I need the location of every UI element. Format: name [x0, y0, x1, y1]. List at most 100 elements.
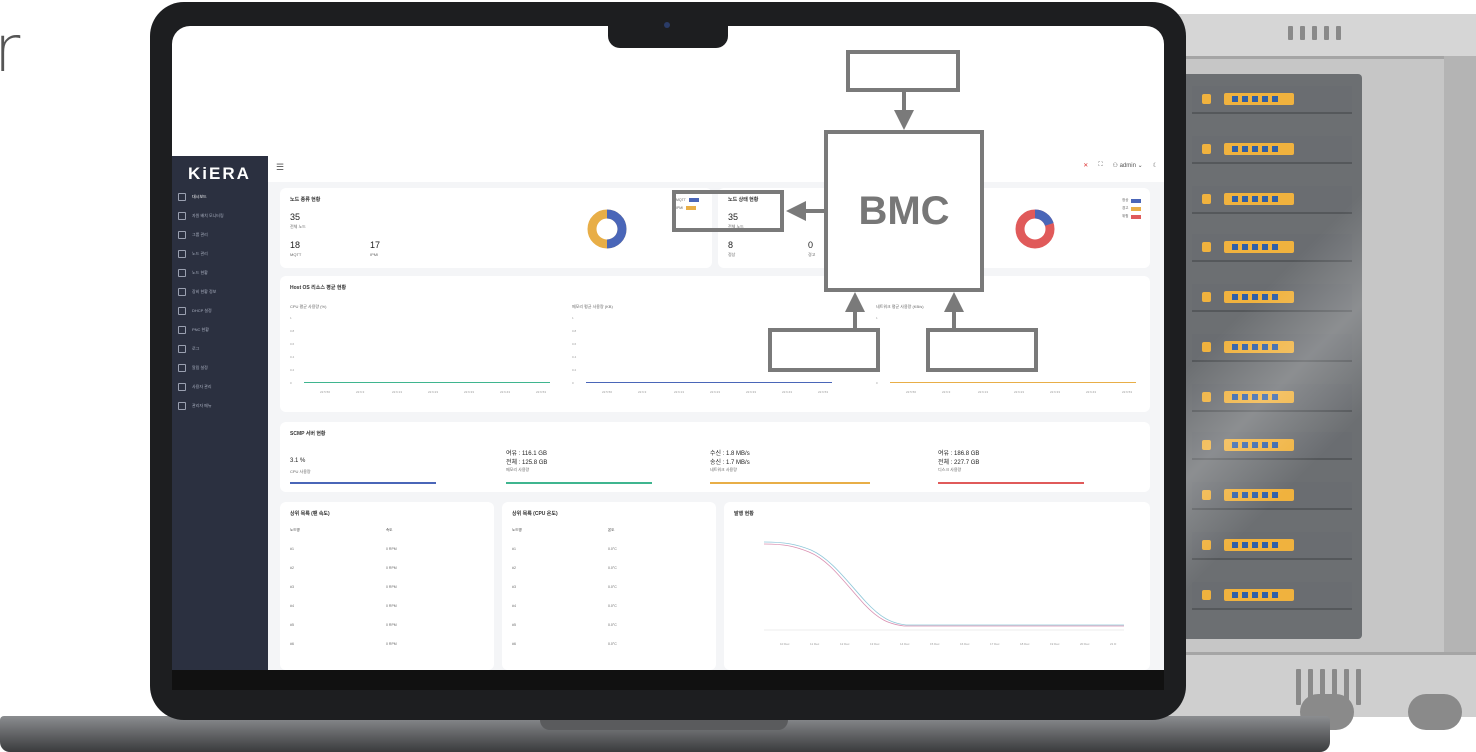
- document-icon: [178, 326, 186, 334]
- laptop-bottom-bezel: [172, 670, 1164, 690]
- x-tick-label: 22:6:3: [638, 390, 647, 394]
- x-tick-label: 22:6:43: [1086, 390, 1097, 394]
- critical-count: 27: [888, 240, 899, 250]
- laptop-screen: KiERA 대시보드 자원 배치 모니터링 그룹 관리 노드 관리 노드 현황 …: [172, 26, 1164, 670]
- disk-usage-bar: [938, 482, 1084, 484]
- cropped-title-glyph: r: [0, 13, 21, 87]
- node-state-card: 노드 상태 현황 35 전체 노드 8 정상 0 경고 27 위험 정상 경고 …: [718, 188, 1150, 268]
- menu-icon[interactable]: ☰: [276, 162, 284, 173]
- x-tick-label: 22:5:56: [602, 390, 613, 394]
- theme-icon[interactable]: ☾: [1153, 162, 1158, 169]
- table-cell: #4: [512, 604, 516, 608]
- y-tick-label: 0.2: [290, 368, 295, 372]
- main-content: ☰ ✕ ⛶ ⚇ admin ⌄ ☾ 노드 종류 현황 35 전체 노드 18 M…: [268, 156, 1164, 670]
- table-cell: 0.0°C: [608, 623, 617, 627]
- resource-mini-chart: 1 0.8 0.6 0.4 0.2 0 22:5:56 22:6:3 22:6:13 22:6:2…: [876, 316, 1138, 402]
- sidebar-item-admin[interactable]: 관리자 메뉴: [178, 401, 212, 411]
- table-row[interactable]: #5 0.0°C: [512, 623, 688, 627]
- mqtt-count: 18: [290, 240, 301, 250]
- laptop-lid: KiERA 대시보드 자원 배치 모니터링 그룹 관리 노드 관리 노드 현황 …: [150, 2, 1186, 720]
- cpu-usage-bar: [290, 482, 436, 484]
- document-icon: [178, 288, 186, 296]
- memory-chart-title: 메모리 평균 사용량 (KB): [572, 304, 613, 309]
- table-row[interactable]: #3 0.0°C: [512, 585, 688, 589]
- legend-critical: 위험: [1122, 214, 1142, 219]
- card-title: 노드 상태 현황: [728, 197, 759, 203]
- server-rack-illustration: [1160, 14, 1476, 717]
- close-icon[interactable]: ✕: [1083, 162, 1088, 169]
- user-menu[interactable]: ⚇ admin ⌄: [1113, 162, 1143, 169]
- x-tick-label: 22:6:33: [464, 390, 475, 394]
- x-tick-label: 22:6:13: [392, 390, 403, 394]
- rack-top: [1160, 14, 1476, 59]
- y-tick-label: 0.6: [876, 342, 881, 346]
- table-row[interactable]: #4 0.0°C: [512, 604, 688, 608]
- x-tick-label: 22:6:13: [674, 390, 685, 394]
- sidebar-item-users[interactable]: 사용자 관리: [178, 382, 212, 392]
- power-series-b: [764, 541, 1124, 626]
- sidebar: KiERA 대시보드 자원 배치 모니터링 그룹 관리 노드 관리 노드 현황 …: [172, 156, 268, 670]
- table-cell: #1: [290, 547, 294, 551]
- sidebar-item-dashboard[interactable]: 대시보드: [178, 192, 207, 202]
- table-cell: 0.0°C: [608, 585, 617, 589]
- card-title: Host OS 리소스 평균 현황: [290, 285, 347, 291]
- resource-card: Host OS 리소스 평균 현황 CPU 평균 사용량 (%) 메모리 평균 …: [280, 276, 1150, 412]
- total-nodes-value: 35: [290, 212, 301, 222]
- disk-usage-label: 디스크 사용량: [938, 467, 962, 472]
- y-tick-label: 0.4: [572, 355, 577, 359]
- disk-total: 전체 : 227.7 GB: [938, 460, 980, 466]
- x-tick-label: 22:6:23: [710, 390, 721, 394]
- x-tick-label: 18 Dec: [1020, 642, 1030, 646]
- fullscreen-icon[interactable]: ⛶: [1098, 162, 1102, 169]
- sidebar-item-alerts[interactable]: 알림 설정: [178, 363, 208, 373]
- table-row[interactable]: #3 0 RPM: [290, 585, 466, 589]
- sidebar-item-resource-monitoring[interactable]: 자원 배치 모니터링: [178, 211, 224, 221]
- x-tick-label: 22:6:43: [500, 390, 511, 394]
- sidebar-item-node-status[interactable]: 노드 현황: [178, 268, 208, 278]
- sidebar-item-nodes[interactable]: 노드 관리: [178, 249, 208, 259]
- legend-normal: 정상: [1122, 198, 1142, 203]
- disk-free: 여유 : 186.8 GB: [938, 451, 980, 457]
- y-tick-label: 0.8: [290, 329, 295, 333]
- grid-icon: [178, 250, 186, 258]
- x-tick-label: 22:6:53: [536, 390, 547, 394]
- memory-usage-label: 메모리 사용량: [506, 467, 530, 472]
- y-tick-label: 1: [876, 316, 878, 320]
- scmp-server-card: SCMP 서버 현황 3.1 % CPU 사용량 여유 : 116.1 GB 전…: [280, 422, 1150, 492]
- sidebar-item-dhcp[interactable]: DHCP 설정: [178, 306, 212, 316]
- ipmi-label: IPMI: [370, 252, 379, 257]
- y-tick-label: 0.2: [572, 368, 577, 372]
- y-tick-label: 0.8: [572, 329, 577, 333]
- sidebar-item-equipment[interactable]: 장비 현황 정보: [178, 287, 216, 297]
- table-row[interactable]: #6 0 RPM: [290, 642, 466, 646]
- table-cell: 노드명: [512, 528, 522, 532]
- sidebar-item-pnc[interactable]: PNC 현황: [178, 325, 209, 335]
- network-rx: 수신 : 1.8 MB/s: [710, 451, 750, 457]
- table-cell: 0 RPM: [386, 642, 397, 646]
- table-header: 노드명 온도: [512, 528, 688, 533]
- x-tick-label: 22:6:43: [782, 390, 793, 394]
- table-row[interactable]: #1 0 RPM: [290, 547, 466, 551]
- brand-logo[interactable]: KiERA: [188, 164, 251, 184]
- card-title: 상위 목록 (팬 속도): [290, 511, 330, 517]
- sidebar-item-groups[interactable]: 그룹 관리: [178, 230, 208, 240]
- sidebar-item-logs[interactable]: 로그: [178, 344, 199, 354]
- x-tick-label: 22:6:53: [818, 390, 829, 394]
- x-tick-label: 21 D: [1110, 642, 1117, 646]
- y-tick-label: 0.8: [876, 329, 881, 333]
- rack-glass-door: [1182, 74, 1362, 639]
- table-row[interactable]: #4 0 RPM: [290, 604, 466, 608]
- monitor-icon: [178, 212, 186, 220]
- node-type-donut: [587, 209, 627, 249]
- x-tick-label: 15 Dec: [930, 642, 940, 646]
- y-tick-label: 0: [572, 381, 574, 385]
- table-row[interactable]: #6 0.0°C: [512, 642, 688, 646]
- table-row[interactable]: #2 0 RPM: [290, 566, 466, 570]
- user-icon: [178, 383, 186, 391]
- table-row[interactable]: #1 0.0°C: [512, 547, 688, 551]
- critical-label: 위험: [888, 252, 896, 257]
- table-row[interactable]: #5 0 RPM: [290, 623, 466, 627]
- x-tick-label: 19 Dec: [1050, 642, 1060, 646]
- table-cell: #3: [290, 585, 294, 589]
- table-row[interactable]: #2 0.0°C: [512, 566, 688, 570]
